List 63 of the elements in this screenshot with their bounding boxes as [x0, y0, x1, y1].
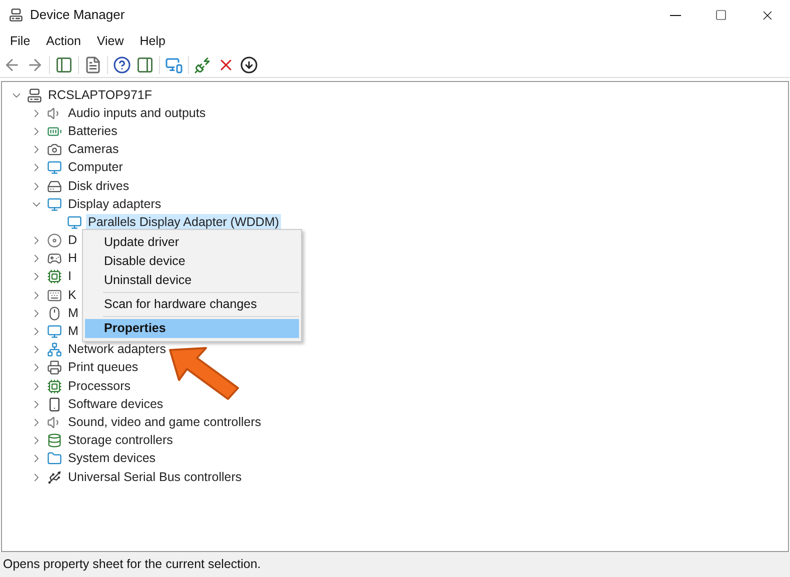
help-icon[interactable]: [113, 56, 131, 74]
tree-item[interactable]: Network adapters: [66, 341, 168, 358]
tree-item[interactable]: K: [66, 286, 78, 304]
tree-item[interactable]: Storage controllers: [66, 432, 175, 450]
disc-icon: [47, 233, 62, 248]
menu-option[interactable]: Update driver: [85, 233, 299, 252]
tree-item[interactable]: M: [66, 304, 80, 322]
tree-item[interactable]: Audio inputs and outputs: [66, 104, 208, 122]
tree-item[interactable]: System devices: [66, 450, 158, 468]
tree-item[interactable]: I: [66, 268, 74, 286]
tree-item[interactable]: Processors: [66, 378, 133, 395]
keyboard-icon: [47, 288, 62, 303]
menu-item[interactable]: File: [2, 32, 38, 50]
tree-item[interactable]: Print queues: [66, 359, 140, 376]
computer-icon: [27, 88, 42, 103]
menu-option[interactable]: Properties: [85, 319, 299, 338]
tree-item[interactable]: Parallels Display Adapter (WDDM): [86, 214, 282, 231]
tree-item[interactable]: Computer: [66, 159, 125, 176]
monitor-icon: [67, 214, 82, 230]
panel-icon[interactable]: [136, 56, 154, 74]
camera-icon: [47, 142, 62, 158]
tree-item[interactable]: H: [66, 250, 80, 268]
menu-option[interactable]: Uninstall device: [85, 271, 299, 290]
folder-icon: [47, 451, 62, 466]
tree-item[interactable]: Universal Serial Bus controllers: [66, 468, 244, 486]
app-icon: [9, 8, 23, 22]
network-icon: [47, 342, 62, 358]
printer-icon: [47, 360, 62, 376]
document-icon[interactable]: [84, 56, 102, 74]
usb-icon: [47, 470, 62, 485]
plug-icon[interactable]: [194, 56, 212, 74]
maximize-icon: [715, 9, 727, 21]
panel-icon[interactable]: [55, 56, 73, 74]
tree-item[interactable]: Sound, video and game controllers: [66, 414, 264, 431]
mouse-icon: [47, 306, 62, 321]
tree-item[interactable]: M: [66, 323, 80, 340]
gamepad-icon: [47, 251, 62, 266]
tree-item[interactable]: Batteries: [66, 122, 120, 140]
menu-option[interactable]: Scan for hardware changes: [85, 295, 299, 314]
tree-item[interactable]: Cameras: [66, 141, 121, 158]
chip-icon: [47, 269, 62, 284]
tree-item[interactable]: RCSLAPTOP971F: [46, 86, 154, 104]
hard-drive-icon: [47, 178, 62, 194]
monitor-icon: [47, 324, 62, 340]
monitor-icon: [47, 196, 62, 212]
window-title: Device Manager: [30, 6, 125, 24]
down-arrow-circle-icon[interactable]: [240, 56, 258, 74]
monitor-icon: [47, 160, 62, 176]
tree-item[interactable]: D: [66, 232, 80, 250]
menu-option[interactable]: Disable device: [85, 252, 299, 271]
tree-item[interactable]: Disk drives: [66, 178, 132, 195]
phone-icon: [47, 396, 62, 412]
menu-item[interactable]: Action: [38, 32, 89, 50]
storage-icon: [47, 433, 62, 448]
minimize-icon: [670, 14, 680, 16]
monitor-icon[interactable]: [165, 56, 183, 74]
pointer-arrow-icon: [166, 344, 242, 402]
menu-item[interactable]: View: [88, 32, 132, 50]
chip-icon: [47, 378, 62, 394]
menu-item[interactable]: Help: [132, 32, 174, 50]
status-text: Opens property sheet for the current selection.: [3, 556, 261, 574]
tree-item[interactable]: Software devices: [66, 396, 166, 413]
tree-item[interactable]: Display adapters: [66, 196, 164, 213]
